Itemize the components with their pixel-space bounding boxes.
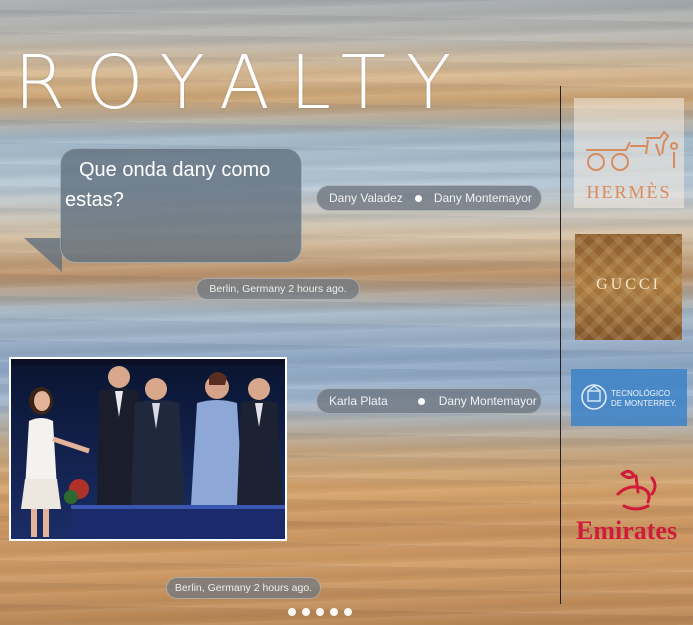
page-title: ROYALTY xyxy=(14,40,472,126)
sidebar-brand-hermes[interactable]: HERMÈS xyxy=(574,98,684,208)
message-text: Que onda dany como estas? xyxy=(65,159,271,211)
participants-pill-2[interactable]: Karla Plata Dany Montemayor xyxy=(316,388,542,414)
participants-pill-1[interactable]: Dany Valadez Dany Montemayor xyxy=(316,185,542,211)
emirates-wordmark: Emirates xyxy=(576,516,678,545)
tec-line-1: TECNOLÓGICO xyxy=(611,389,671,398)
pagination-dots xyxy=(288,608,352,616)
sidebar-brand-emirates[interactable]: Emirates xyxy=(574,460,693,550)
sender-name[interactable]: Dany Valadez xyxy=(329,191,403,205)
tec-wordmark: TECNOLÓGICO DE MONTERREY. xyxy=(611,389,677,409)
sidebar-brand-tec[interactable]: TECNOLÓGICO DE MONTERREY. xyxy=(571,369,687,426)
sidebar-divider xyxy=(560,86,561,604)
separator-dot-icon xyxy=(417,397,425,405)
graduation-photo-image xyxy=(11,359,285,539)
tec-line-2: DE MONTERREY. xyxy=(611,399,677,408)
emirates-arabic-logo-icon xyxy=(616,469,657,511)
hermes-wordmark: HERMÈS xyxy=(586,182,672,202)
gucci-wordmark: GUCCI xyxy=(596,276,661,293)
speech-bubble-tail xyxy=(24,238,62,272)
message-bubble: Que onda dany como estas? xyxy=(60,148,302,263)
page-dot[interactable] xyxy=(316,608,324,616)
recipient-name[interactable]: Dany Montemayor xyxy=(439,394,537,408)
page-dot[interactable] xyxy=(288,608,296,616)
sender-name[interactable]: Karla Plata xyxy=(329,394,388,408)
page-dot[interactable] xyxy=(344,608,352,616)
graduation-photo[interactable] xyxy=(9,357,287,541)
separator-dot-icon xyxy=(414,194,422,202)
tec-crest-icon xyxy=(581,384,607,410)
recipient-name[interactable]: Dany Montemayor xyxy=(434,191,532,205)
sidebar-brand-gucci[interactable]: GUCCI xyxy=(575,234,682,340)
page-dot[interactable] xyxy=(302,608,310,616)
post-meta-2: Berlin, Germany 2 hours ago. xyxy=(166,577,321,599)
page-dot[interactable] xyxy=(330,608,338,616)
post-meta-1: Berlin, Germany 2 hours ago. xyxy=(196,278,360,300)
